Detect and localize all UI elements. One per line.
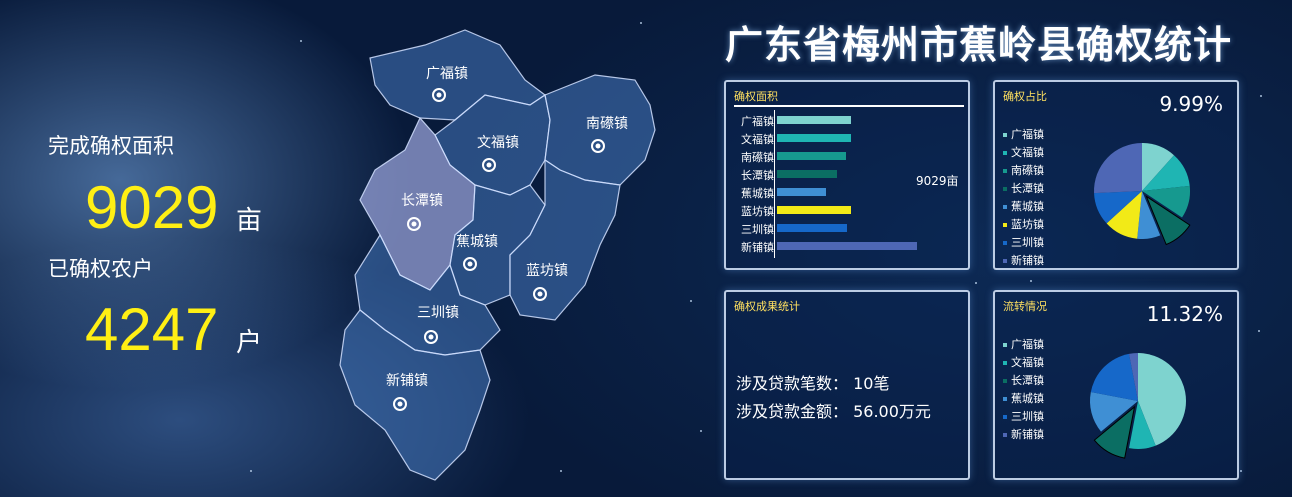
legend-item: 长潭镇 [1003,180,1044,196]
households-stat-value: 4247 [85,296,219,363]
county-map: 广福镇 文福镇 南礤镇 长潭镇 蕉城镇 蓝坊镇 三圳镇 新铺镇 [339,29,656,481]
bar-label: 新铺镇 [741,241,774,254]
bar-label: 蓝坊镇 [741,205,774,218]
loan-count-value: 10笔 [853,374,890,393]
ratio-pie-chart [1094,143,1191,246]
bar[interactable] [777,206,851,214]
bar[interactable] [777,188,826,196]
map-town-label: 蕉城镇 [456,233,498,249]
legend-item: 广福镇 [1003,126,1044,142]
loan-count-row: 涉及贷款笔数： 10笔 [736,370,889,394]
legend-item: 蕉城镇 [1003,390,1044,406]
bar[interactable] [777,170,838,178]
area-stat-value: 9029 [85,174,219,241]
page-title: 广东省梅州市蕉岭县确权统计 [725,23,1233,67]
loan-amount-row: 涉及贷款金额： 56.00万元 [736,398,931,422]
legend-item: 新铺镇 [1003,252,1044,268]
panel-title: 确权成果统计 [734,300,800,313]
panel-title: 确权占比 [1003,90,1047,103]
area-annotation: 9029亩 [916,174,959,188]
bar-label: 南礤镇 [741,151,774,164]
map-town-label: 蓝坊镇 [526,262,568,278]
loan-amount-label: 涉及贷款金额： [736,402,849,421]
legend-item: 三圳镇 [1003,234,1044,250]
households-stat-unit: 户 [236,328,263,358]
map-town-label: 广福镇 [426,65,468,81]
bar[interactable] [777,116,851,124]
area-panel: 确权面积 广福镇文福镇南礤镇长潭镇蕉城镇蓝坊镇三圳镇新铺镇 9029亩 [724,80,970,270]
bar-axis [774,110,775,258]
legend-item: 长潭镇 [1003,372,1044,388]
legend-item: 南礤镇 [1003,162,1044,178]
loan-amount-value: 56.00万元 [853,402,931,421]
households-stat-label: 已确权农户 [48,257,153,281]
map-town-label: 南礤镇 [586,115,628,131]
bar[interactable] [777,152,847,160]
bar[interactable] [777,134,852,142]
ratio-percent: 9.99% [1159,92,1223,116]
area-stat-unit: 亩 [236,206,263,236]
panel-title: 确权面积 [734,90,778,103]
pie-slice[interactable] [1094,143,1142,194]
legend-item: 新铺镇 [1003,426,1044,442]
loan-panel: 确权成果统计 涉及贷款笔数： 10笔 涉及贷款金额： 56.00万元 [724,290,970,480]
legend-item: 广福镇 [1003,336,1044,352]
bar-label: 文福镇 [741,133,774,146]
bar[interactable] [777,224,847,232]
panel-title: 流转情况 [1003,300,1047,313]
legend-item: 蓝坊镇 [1003,216,1044,232]
panel-underline [734,105,964,107]
transfer-pie-chart [1090,353,1186,459]
transfer-panel: 流转情况 11.32% 广福镇文福镇长潭镇蕉城镇三圳镇新铺镇 [993,290,1239,480]
transfer-percent: 11.32% [1146,302,1223,326]
area-stat-label: 完成确权面积 [48,134,174,158]
map-town-label: 文福镇 [477,134,519,150]
legend-item: 三圳镇 [1003,408,1044,424]
bar[interactable] [777,242,917,250]
bar-label: 广福镇 [741,115,774,128]
map-town-label: 新铺镇 [386,372,428,388]
bar-label: 长潭镇 [741,169,774,182]
map-town-label: 长潭镇 [401,192,443,208]
bar-label: 蕉城镇 [741,187,774,200]
legend-item: 蕉城镇 [1003,198,1044,214]
legend-item: 文福镇 [1003,144,1044,160]
legend-item: 文福镇 [1003,354,1044,370]
bar-label: 三圳镇 [741,223,774,236]
map-town-label: 三圳镇 [417,304,459,320]
ratio-panel: 确权占比 9.99% 广福镇文福镇南礤镇长潭镇蕉城镇蓝坊镇三圳镇新铺镇 [993,80,1239,270]
loan-count-label: 涉及贷款笔数： [736,374,849,393]
